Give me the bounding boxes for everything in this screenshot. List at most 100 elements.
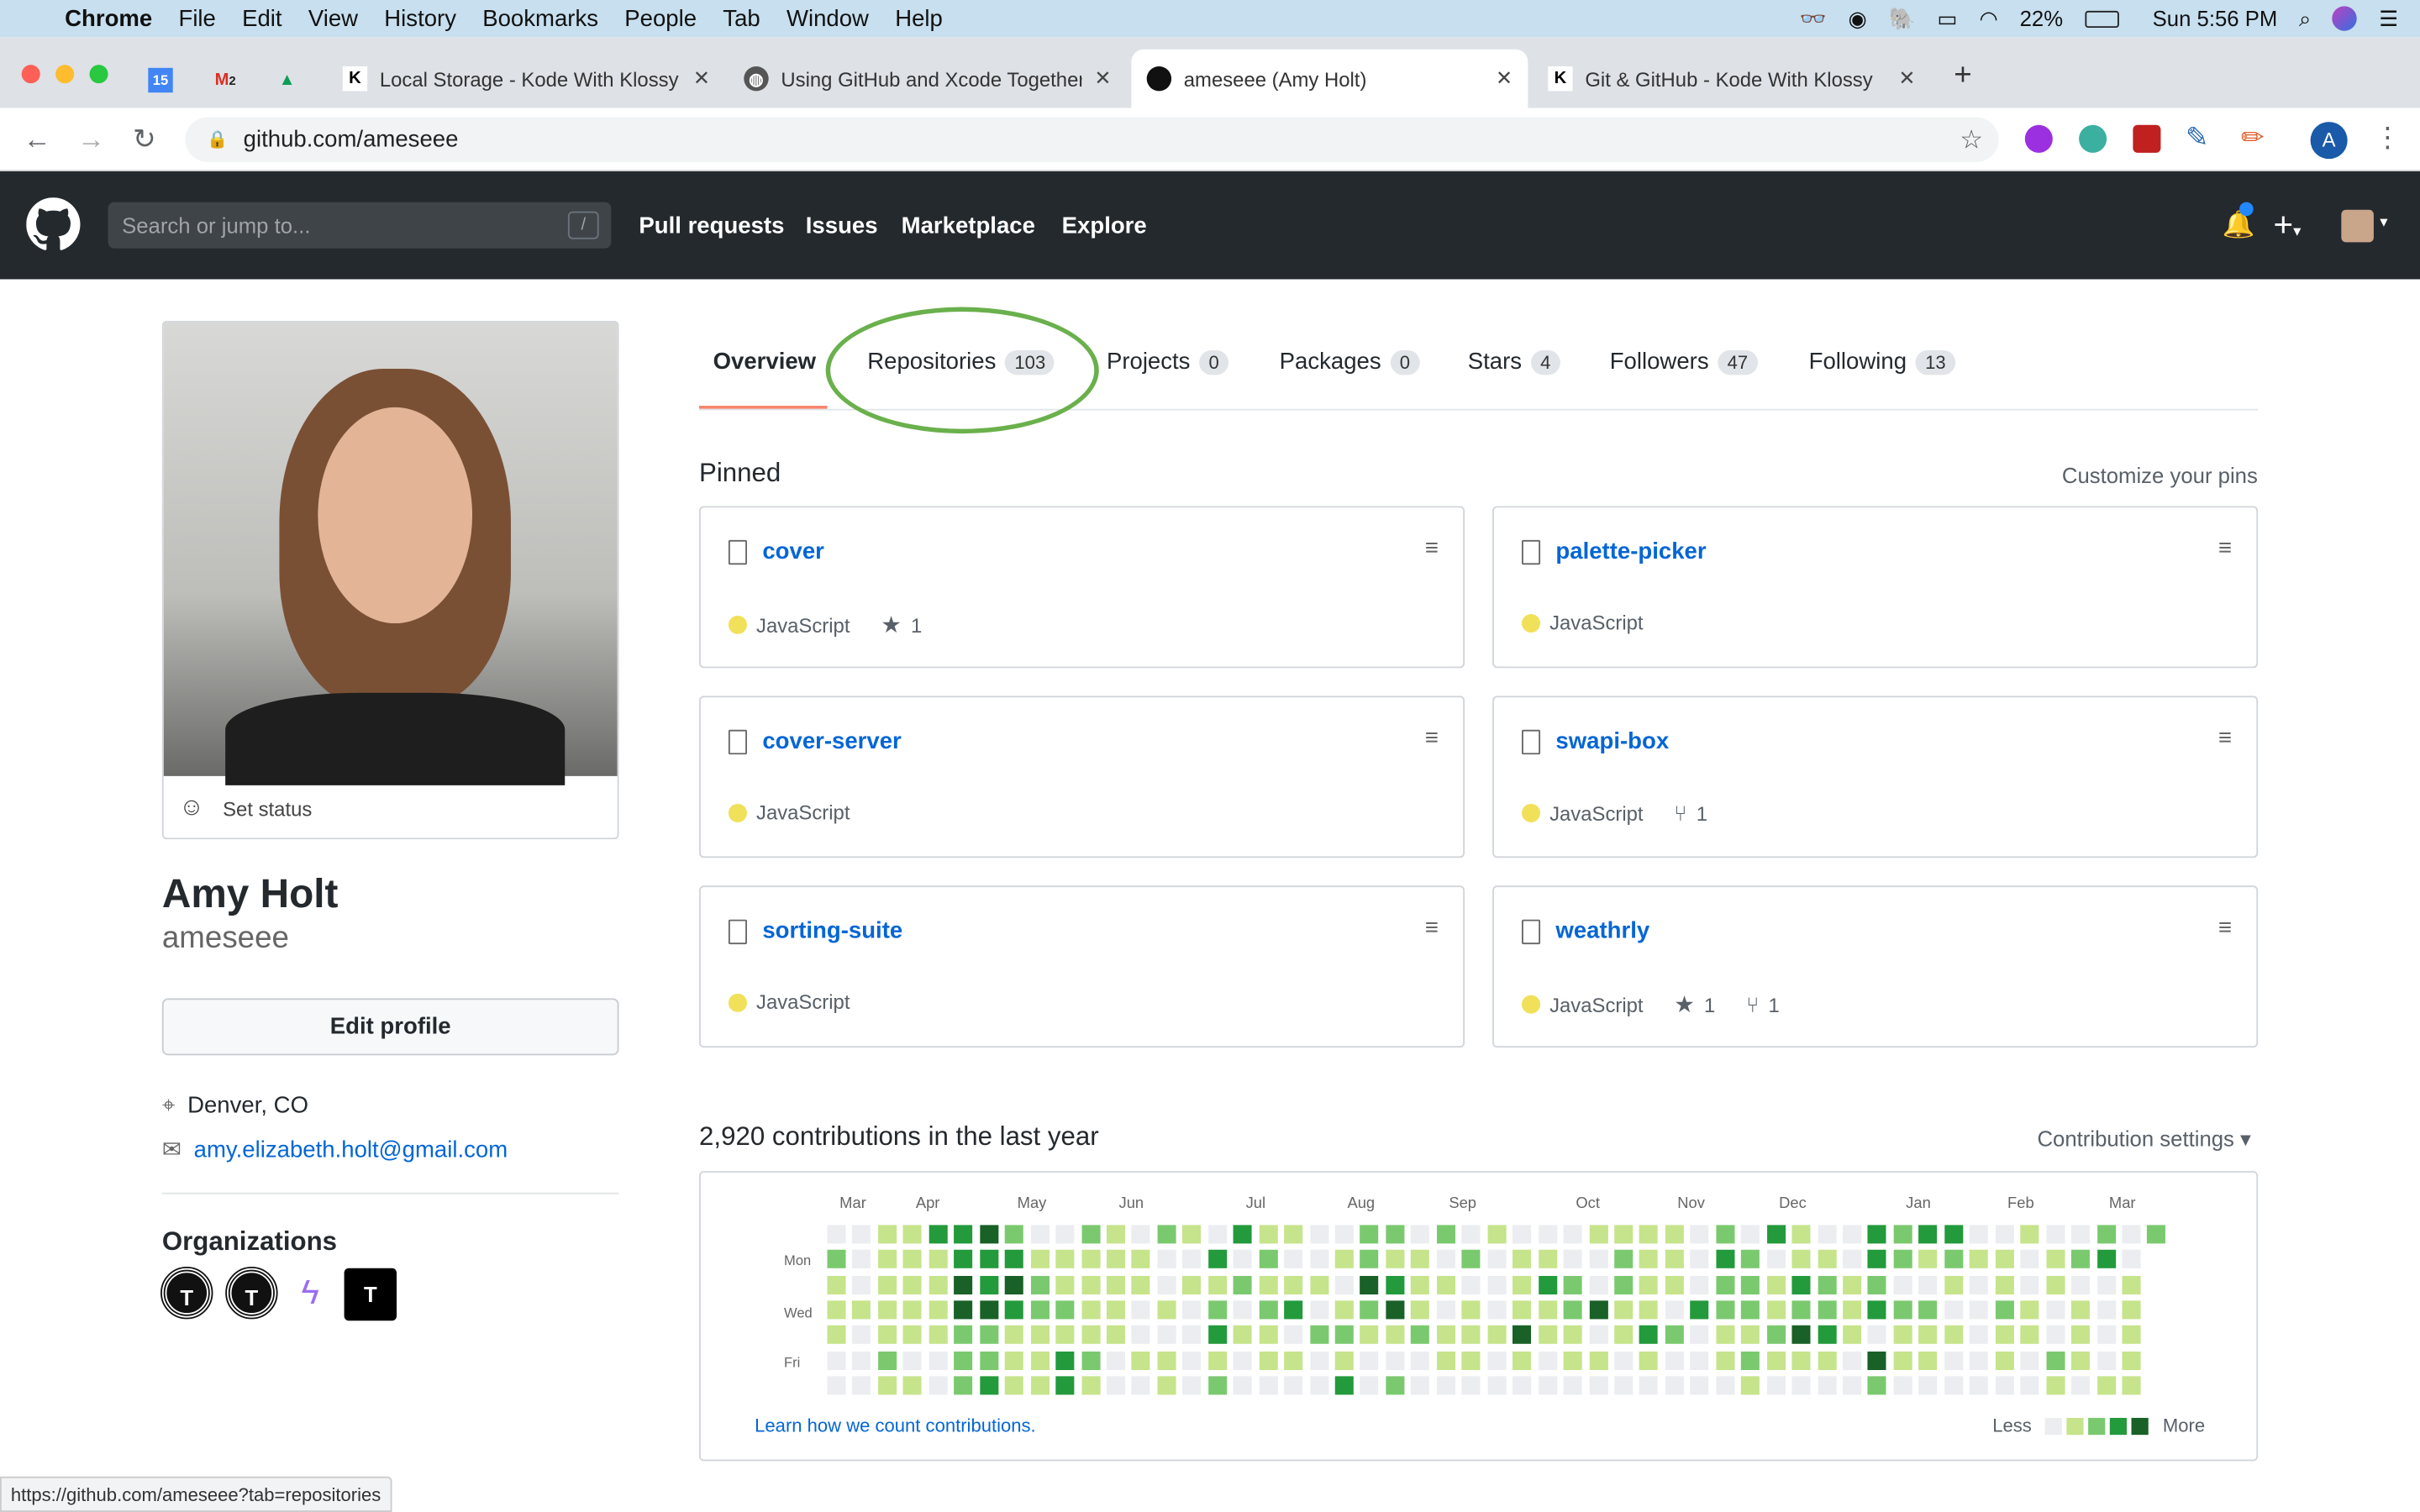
contribution-day-cell[interactable] <box>2096 1376 2116 1395</box>
contribution-day-cell[interactable] <box>1334 1376 1354 1395</box>
contribution-day-cell[interactable] <box>1766 1275 1786 1294</box>
tab-projects[interactable]: Projects 0 <box>1107 349 1228 375</box>
contribution-day-cell[interactable] <box>1512 1326 1532 1345</box>
contribution-day-cell[interactable] <box>1081 1275 1100 1294</box>
contribution-day-cell[interactable] <box>1334 1225 1354 1244</box>
contribution-day-cell[interactable] <box>1918 1376 1938 1395</box>
contribution-day-cell[interactable] <box>1157 1300 1176 1320</box>
contribution-day-cell[interactable] <box>1157 1326 1176 1345</box>
drag-handle-icon[interactable]: ≡ <box>2218 915 2232 941</box>
contribution-day-cell[interactable] <box>1284 1376 1303 1395</box>
contribution-day-cell[interactable] <box>1715 1300 1735 1320</box>
notification-center-icon[interactable]: ☰ <box>2379 5 2398 31</box>
contribution-day-cell[interactable] <box>1512 1250 1532 1269</box>
contribution-day-cell[interactable] <box>1309 1275 1328 1294</box>
contribution-day-cell[interactable] <box>1487 1376 1507 1395</box>
contribution-day-cell[interactable] <box>2122 1300 2141 1320</box>
contribution-day-cell[interactable] <box>929 1351 948 1370</box>
contribution-day-cell[interactable] <box>1106 1275 1125 1294</box>
contribution-day-cell[interactable] <box>2096 1326 2116 1345</box>
contribution-day-cell[interactable] <box>1741 1376 1760 1395</box>
contribution-day-cell[interactable] <box>1386 1326 1405 1345</box>
contribution-day-cell[interactable] <box>979 1275 998 1294</box>
contribution-day-cell[interactable] <box>1386 1275 1405 1294</box>
contribution-day-cell[interactable] <box>1766 1300 1786 1320</box>
contribution-day-cell[interactable] <box>827 1250 846 1269</box>
contribution-day-cell[interactable] <box>1690 1225 1709 1244</box>
contribution-day-cell[interactable] <box>1741 1351 1760 1370</box>
contribution-day-cell[interactable] <box>1868 1225 1887 1244</box>
contribution-day-cell[interactable] <box>1614 1300 1634 1320</box>
calendar-pinned-tab[interactable]: 15 <box>148 67 173 93</box>
contribution-day-cell[interactable] <box>1944 1300 1963 1320</box>
contribution-day-cell[interactable] <box>1588 1326 1607 1345</box>
contribution-day-cell[interactable] <box>1791 1250 1811 1269</box>
contribution-day-cell[interactable] <box>1106 1250 1125 1269</box>
edit-profile-button[interactable]: Edit profile <box>161 998 619 1056</box>
star-count[interactable]: 1 <box>1704 993 1715 1016</box>
contribution-day-cell[interactable] <box>1918 1300 1938 1320</box>
contribution-day-cell[interactable] <box>1207 1300 1227 1320</box>
contribution-day-cell[interactable] <box>2020 1250 2039 1269</box>
contribution-day-cell[interactable] <box>1055 1326 1075 1345</box>
contribution-day-cell[interactable] <box>1132 1225 1151 1244</box>
contribution-day-cell[interactable] <box>979 1351 998 1370</box>
contribution-day-cell[interactable] <box>1233 1351 1252 1370</box>
star-icon[interactable]: ★ <box>1674 990 1695 1018</box>
org-avatar-bolt-icon[interactable]: ϟ <box>286 1268 335 1318</box>
contribution-day-cell[interactable] <box>1817 1275 1836 1294</box>
tab-followers[interactable]: Followers 47 <box>1610 349 1758 375</box>
contribution-day-cell[interactable] <box>1207 1351 1227 1370</box>
contribution-day-cell[interactable] <box>827 1376 846 1395</box>
contribution-day-cell[interactable] <box>1868 1351 1887 1370</box>
contribution-day-cell[interactable] <box>1309 1225 1328 1244</box>
menu-help[interactable]: Help <box>895 5 943 31</box>
tab-following[interactable]: Following 13 <box>1809 349 1955 375</box>
contribution-day-cell[interactable] <box>2147 1225 2166 1244</box>
contribution-day-cell[interactable] <box>1284 1326 1303 1345</box>
contribution-day-cell[interactable] <box>1588 1351 1607 1370</box>
contribution-day-cell[interactable] <box>1207 1250 1227 1269</box>
contribution-day-cell[interactable] <box>1639 1376 1659 1395</box>
contribution-day-cell[interactable] <box>1030 1376 1050 1395</box>
contribution-day-cell[interactable] <box>2020 1275 2039 1294</box>
contribution-day-cell[interactable] <box>1182 1275 1202 1294</box>
contribution-day-cell[interactable] <box>1487 1300 1507 1320</box>
contribution-day-cell[interactable] <box>1411 1326 1430 1345</box>
contribution-day-cell[interactable] <box>1665 1300 1684 1320</box>
drag-handle-icon[interactable]: ≡ <box>1425 535 1439 561</box>
contribution-day-cell[interactable] <box>979 1250 998 1269</box>
contribution-day-cell[interactable] <box>954 1351 973 1370</box>
evernote-icon[interactable]: 🐘 <box>1889 5 1916 31</box>
contribution-day-cell[interactable] <box>1004 1326 1024 1345</box>
contribution-day-cell[interactable] <box>1944 1250 1963 1269</box>
contribution-day-cell[interactable] <box>1436 1225 1455 1244</box>
contribution-day-cell[interactable] <box>1233 1275 1252 1294</box>
contribution-day-cell[interactable] <box>1690 1300 1709 1320</box>
contribution-day-cell[interactable] <box>1614 1326 1634 1345</box>
contribution-day-cell[interactable] <box>1157 1376 1176 1395</box>
contribution-day-cell[interactable] <box>1309 1300 1328 1320</box>
contribution-day-cell[interactable] <box>1132 1275 1151 1294</box>
set-status-button[interactable]: ☺ Set status <box>164 776 618 837</box>
contribution-day-cell[interactable] <box>1207 1376 1227 1395</box>
contribution-day-cell[interactable] <box>1944 1275 1963 1294</box>
chrome-menu-icon[interactable]: ⋮ <box>2374 122 2402 155</box>
contribution-day-cell[interactable] <box>929 1225 948 1244</box>
close-window-button[interactable] <box>21 65 40 84</box>
close-tab-icon[interactable]: ✕ <box>1496 66 1512 91</box>
contribution-day-cell[interactable] <box>1487 1275 1507 1294</box>
contribution-day-cell[interactable] <box>1538 1326 1557 1345</box>
contribution-day-cell[interactable] <box>903 1300 923 1320</box>
contribution-day-cell[interactable] <box>1588 1300 1607 1320</box>
contribution-day-cell[interactable] <box>954 1250 973 1269</box>
contribution-day-cell[interactable] <box>1259 1351 1278 1370</box>
contribution-day-cell[interactable] <box>903 1351 923 1370</box>
contribution-day-cell[interactable] <box>2070 1250 2091 1269</box>
contribution-day-cell[interactable] <box>1741 1225 1760 1244</box>
tab-stars[interactable]: Stars 4 <box>1468 349 1560 375</box>
contribution-day-cell[interactable] <box>1233 1300 1252 1320</box>
contribution-day-cell[interactable] <box>1893 1250 1912 1269</box>
contribution-day-cell[interactable] <box>1588 1250 1607 1269</box>
tab-packages[interactable]: Packages 0 <box>1280 349 1419 375</box>
